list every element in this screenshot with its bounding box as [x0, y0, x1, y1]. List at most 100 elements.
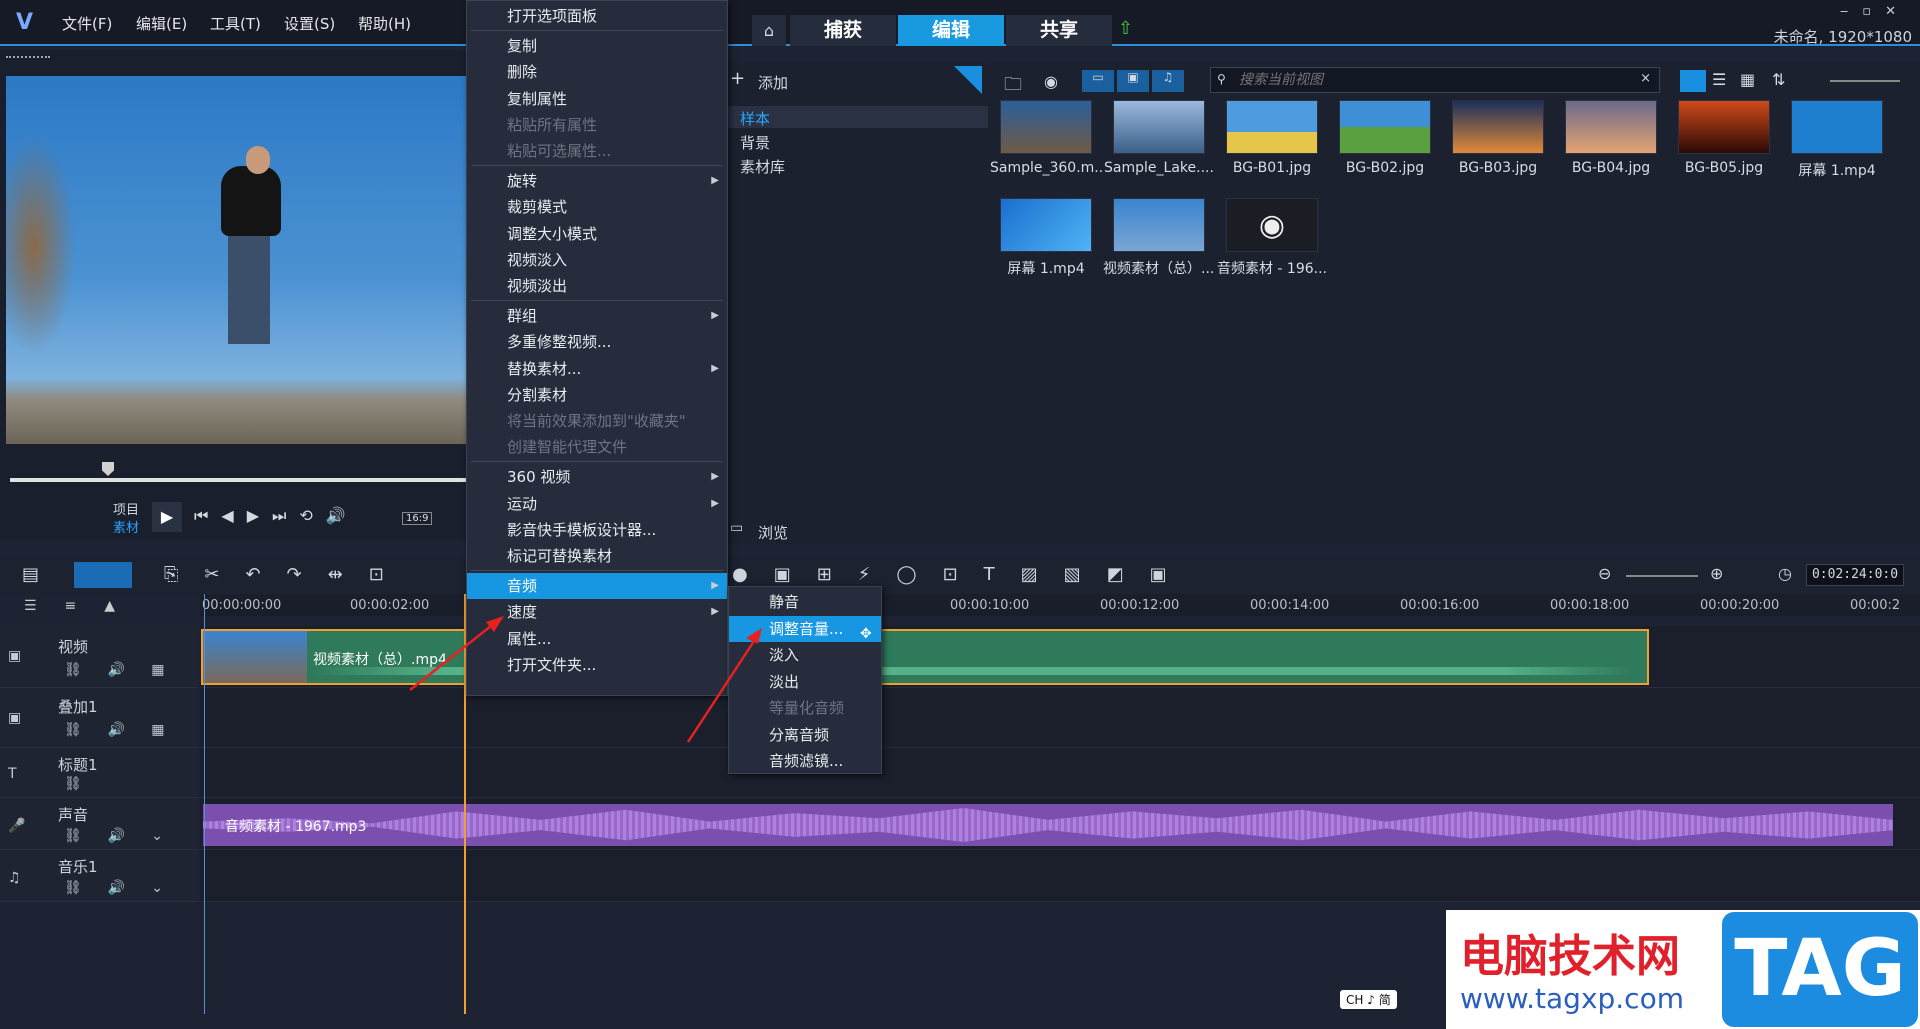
media-thumb[interactable]: BG-B05.jpg — [1668, 92, 1780, 188]
window-controls[interactable]: ‒▫✕ — [1840, 4, 1910, 19]
zoom-slider[interactable] — [1626, 575, 1698, 577]
scrubber-track[interactable] — [10, 478, 466, 482]
thumb-image — [1678, 100, 1770, 154]
menu-settings[interactable]: 设置(S) — [284, 13, 335, 34]
menu-item[interactable]: 复制 — [467, 33, 727, 59]
upload-icon[interactable]: ⇧ — [1118, 18, 1133, 39]
play-button[interactable]: ▶ — [152, 502, 182, 532]
home-button[interactable]: ⌂ — [752, 15, 786, 46]
tab-edit[interactable]: 编辑 — [898, 15, 1004, 46]
media-thumb[interactable]: 屏幕 1.mp4 — [990, 190, 1102, 286]
tab-share[interactable]: 共享 — [1006, 15, 1112, 46]
media-thumb[interactable]: 屏幕 1.mp4 — [1781, 92, 1893, 188]
media-thumb[interactable]: BG-B04.jpg — [1555, 92, 1667, 188]
media-thumb[interactable]: Sample_Lake.... — [1103, 92, 1215, 188]
filter-image-button[interactable]: ▣ — [1117, 70, 1149, 92]
zoom-in-icon[interactable]: ⊕ — [1710, 564, 1723, 583]
menu-item[interactable]: 打开选项面板 — [467, 3, 727, 29]
menu-edit[interactable]: 编辑(E) — [136, 13, 187, 34]
menu-file[interactable]: 文件(F) — [62, 13, 112, 34]
storyboard-view-icon[interactable]: ▤ — [22, 564, 39, 585]
search-icon: ⚲ — [1217, 72, 1226, 86]
media-thumb[interactable]: BG-B02.jpg — [1329, 92, 1441, 188]
track-head-voice: 🎤 声音 ⛓🔊⌄ — [0, 798, 198, 850]
media-thumb[interactable]: BG-B01.jpg — [1216, 92, 1328, 188]
title-track[interactable] — [200, 748, 1920, 798]
search-box[interactable]: ⚲ × — [1210, 67, 1660, 93]
media-thumb[interactable]: Sample_360.m... — [990, 92, 1102, 188]
add-folder-label[interactable]: 添加 — [758, 72, 788, 93]
media-thumb[interactable]: ◉ 音频素材 - 196... — [1216, 190, 1328, 286]
menu-item[interactable]: 视频淡出 — [467, 273, 727, 299]
filter-video-button[interactable]: ▭ — [1082, 70, 1114, 92]
watermark-title: 电脑技术网 — [1460, 931, 1680, 982]
track-manager-icons[interactable]: ☰≡▲ — [24, 598, 143, 614]
browse-label[interactable]: 浏览 — [758, 522, 788, 543]
folder-item-samples[interactable]: 样本 — [726, 106, 988, 128]
audio-clip-name: 音频素材 - 1967.mp3 — [225, 819, 367, 835]
menu-item[interactable]: 旋转 ▶ — [467, 168, 727, 194]
preview-video — [6, 76, 466, 444]
track-controls[interactable]: ⛓🔊▦ — [64, 722, 190, 738]
effect-tools[interactable]: ●▣⊞⚡◯⊡T▨▧◩▣ — [732, 564, 1193, 585]
menu-item[interactable]: 替换素材... ▶ — [467, 356, 727, 382]
menu-item[interactable]: 音频滤镜... — [729, 748, 881, 774]
menu-item[interactable]: 多重修整视频... — [467, 329, 727, 355]
view-grid-icon[interactable]: ▦ — [1740, 70, 1755, 89]
view-list-icon[interactable]: ☰ — [1712, 70, 1726, 89]
menu-item[interactable]: 运动 ▶ — [467, 491, 727, 517]
menu-item[interactable]: 删除 — [467, 59, 727, 85]
folder-item-background[interactable]: 背景 — [740, 132, 770, 153]
menu-item[interactable]: 影音快手模板设计器... — [467, 517, 727, 543]
track-controls[interactable]: ⛓🔊⌄ — [64, 880, 189, 896]
capture-icon[interactable]: ◉ — [1044, 72, 1058, 91]
ime-indicator[interactable]: CH ♪ 简 — [1340, 990, 1397, 1009]
media-thumb[interactable]: BG-B03.jpg — [1442, 92, 1554, 188]
search-input[interactable] — [1239, 70, 1619, 90]
menu-tools[interactable]: 工具(T) — [210, 13, 261, 34]
menu-item[interactable]: 视频淡入 — [467, 247, 727, 273]
browse-icon[interactable]: ▭ — [730, 520, 743, 536]
playback-controls[interactable]: ⏮◀▶⏭⟲🔊 — [194, 506, 359, 526]
menu-item[interactable]: 分割素材 — [467, 382, 727, 408]
media-thumb[interactable]: 视频素材（总）.... — [1103, 190, 1215, 286]
folder-label: 样本 — [740, 110, 771, 128]
thumb-caption: BG-B05.jpg — [1684, 160, 1764, 176]
folder-item-library[interactable]: 素材库 — [740, 156, 785, 177]
timecode-display[interactable]: 0:02:24:0:0 — [1806, 564, 1904, 586]
thumb-caption: 屏幕 1.mp4 — [1007, 261, 1085, 277]
track-controls[interactable]: ⛓🔊⌄ — [64, 828, 189, 844]
menu-item[interactable]: 标记可替换素材 — [467, 543, 727, 569]
menu-separator — [471, 165, 723, 167]
timeline-tools[interactable]: ⎘✂↶↷⇹⊡ — [164, 564, 410, 585]
track-controls[interactable]: ⛓ — [64, 776, 82, 792]
timeline-toolbar: ▤ ⎘✂↶↷⇹⊡ ●▣⊞⚡◯⊡T▨▧◩▣ ⊖ ⊕ ◷ 0:02:24:0:0 — [0, 558, 1920, 594]
submenu-arrow-icon: ▶ — [711, 175, 719, 187]
filter-audio-button[interactable]: ♫ — [1152, 70, 1184, 92]
view-thumbnail-button[interactable] — [1680, 70, 1706, 92]
project-mode-label[interactable]: 项目 — [113, 499, 139, 518]
audio-clip[interactable]: 音频素材 - 1967.mp3 — [203, 804, 1893, 846]
menu-item[interactable]: 群组 ▶ — [467, 303, 727, 329]
pin-icon[interactable] — [954, 66, 982, 94]
sort-icon[interactable]: ⇅ — [1772, 70, 1785, 89]
menu-item[interactable]: 360 视频 ▶ — [467, 464, 727, 490]
clear-search-icon[interactable]: × — [1640, 71, 1651, 86]
clip-mode-label[interactable]: 素材 — [113, 517, 139, 536]
add-icon[interactable]: + — [730, 68, 745, 89]
aspect-ratio-button[interactable]: 16:9 — [402, 512, 433, 525]
track-controls[interactable]: ⛓🔊▦ — [64, 662, 190, 678]
menu-item: 创建智能代理文件 — [507, 438, 628, 457]
menu-item[interactable]: 调整大小模式 — [467, 221, 727, 247]
music-track[interactable] — [200, 850, 1920, 902]
zoom-out-icon[interactable]: ⊖ — [1598, 564, 1611, 583]
menu-help[interactable]: 帮助(H) — [358, 13, 411, 34]
watermark-tag: TAG — [1722, 912, 1918, 1027]
tab-capture[interactable]: 捕获 — [790, 15, 896, 46]
track-label: 标题1 — [58, 756, 98, 774]
thumb-size-slider[interactable] — [1830, 80, 1900, 82]
menu-item[interactable]: 复制属性 — [467, 86, 727, 112]
library-folders: + 添加 样本 背景 素材库 ▭ 浏览 — [726, 62, 988, 544]
timeline-view-button[interactable] — [74, 562, 132, 588]
menu-item[interactable]: 裁剪模式 — [467, 194, 727, 220]
